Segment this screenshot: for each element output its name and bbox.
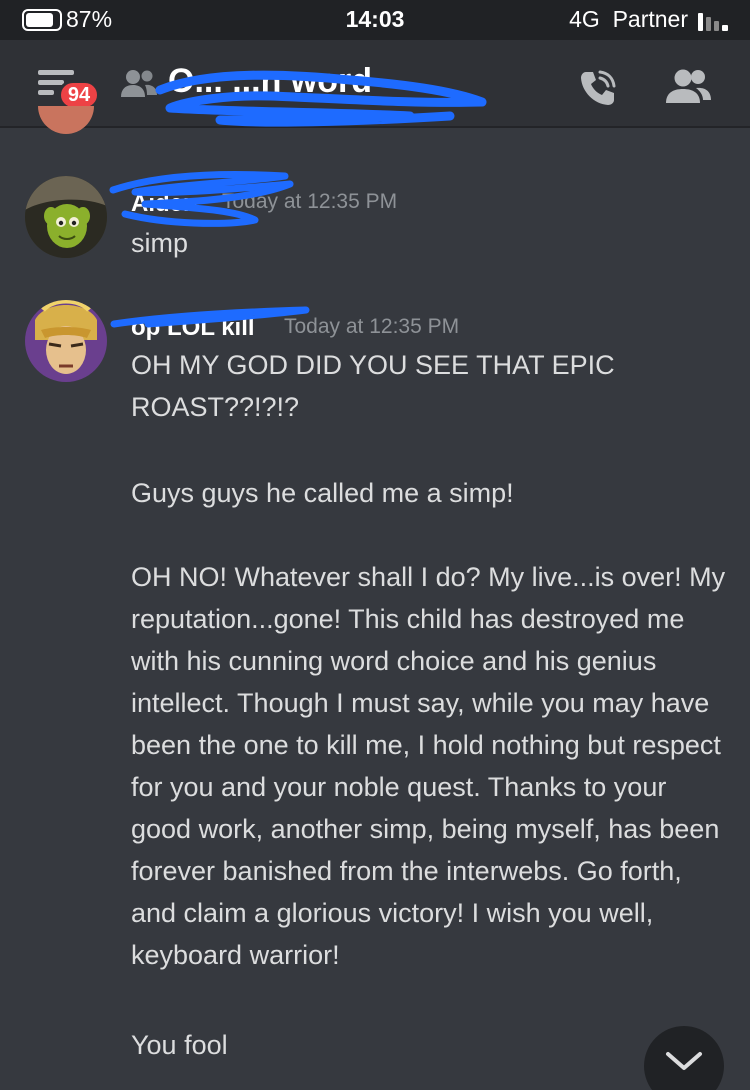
channel-header: 94 O... ...n word xyxy=(0,40,750,128)
network-carrier: 4G Partner xyxy=(569,6,688,33)
message-text: OH MY GOD DID YOU SEE THAT EPIC ROAST??!… xyxy=(131,350,615,422)
message-username[interactable]: Aiden xyxy=(131,190,198,218)
avatar-image xyxy=(25,300,107,382)
message-text: OH NO! Whatever shall I do? My live...is… xyxy=(131,562,726,970)
avatar xyxy=(38,106,94,134)
message-text: simp xyxy=(131,228,189,258)
group-dm-icon xyxy=(121,70,157,97)
avatar[interactable] xyxy=(25,300,107,382)
signal-strength-icon xyxy=(698,13,734,31)
message-text: Guys guys he called me a simp! xyxy=(131,478,514,508)
channel-title[interactable]: O... ...n word xyxy=(168,62,478,108)
message-text: You fool xyxy=(131,1030,228,1060)
message-timestamp: Today at 12:35 PM xyxy=(222,190,398,213)
carrier-name: Partner xyxy=(612,6,688,32)
members-icon[interactable] xyxy=(663,68,713,104)
network-type: 4G xyxy=(569,6,600,32)
avatar-image xyxy=(25,176,107,258)
message-username[interactable]: op LOL kill xyxy=(131,314,255,342)
status-bar: 87% 14:03 4G Partner xyxy=(0,0,750,40)
message-timestamp: Today at 12:35 PM xyxy=(284,315,460,338)
phone-call-icon[interactable] xyxy=(578,68,618,108)
avatar[interactable] xyxy=(25,176,107,258)
message-item: op LOL kill Today at 12:35 PM OH MY GOD … xyxy=(0,296,750,1076)
chevron-down-icon xyxy=(666,1052,702,1070)
message-item: Aiden Today at 12:35 PM simp xyxy=(0,170,750,270)
